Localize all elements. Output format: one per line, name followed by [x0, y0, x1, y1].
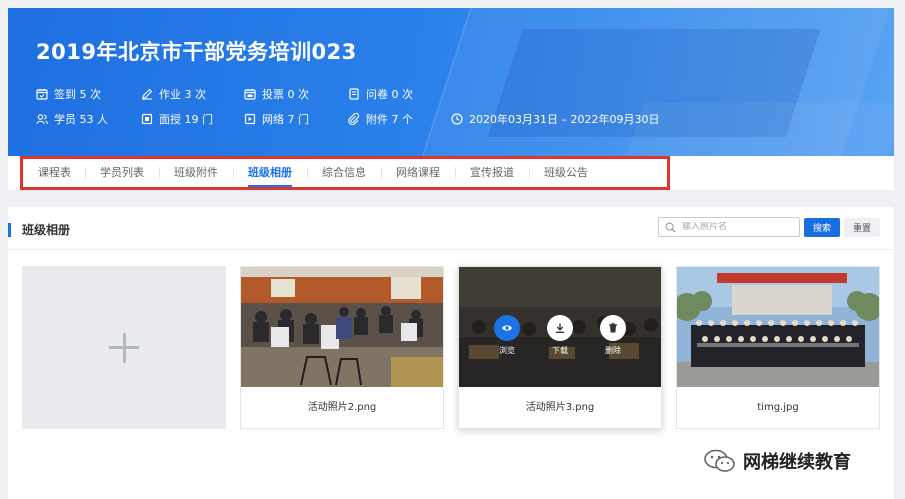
section-accent-bar — [8, 223, 11, 237]
photo-name: 活动照片2.png — [307, 402, 377, 413]
screen-icon — [244, 113, 256, 125]
reset-button[interactable]: 重置 — [844, 218, 880, 237]
photo-name: timg.jpg — [757, 402, 799, 413]
wechat-icon — [704, 449, 735, 472]
clock-icon — [451, 113, 463, 125]
add-photo-button[interactable] — [22, 266, 226, 429]
stat-homework: 作业 3 次 — [141, 86, 206, 102]
banner-decoration — [624, 103, 894, 156]
stat-period: 2020年03月31日 – 2022年09月30日 — [451, 111, 659, 127]
delete-button[interactable]: 删除 — [593, 315, 633, 356]
class-tabs: 课程表 学员列表 班级附件 班级相册 综合信息 网络课程 宣传报道 班级公告 — [8, 156, 894, 190]
stat-students: 学员 53 人 — [36, 111, 108, 127]
photo-search-input[interactable] — [682, 222, 792, 232]
paperclip-icon — [348, 113, 360, 125]
photo-thumbnail — [241, 267, 443, 387]
trash-icon — [609, 323, 617, 333]
watermark: 网梯继续教育 — [703, 446, 851, 476]
users-icon — [36, 114, 48, 125]
calendar-check-icon — [36, 89, 48, 100]
photo-card[interactable]: timg.jpg — [676, 266, 880, 429]
stat-signin: 签到 5 次 — [36, 86, 101, 102]
class-title: 2019年北京市干部党务培训023 — [36, 40, 357, 64]
search-button[interactable]: 搜索 — [804, 218, 840, 237]
tabs-highlight-box — [20, 156, 670, 190]
photo-card[interactable]: 浏览 下载 删除 活动照片3.png — [458, 266, 662, 429]
survey-icon — [349, 88, 359, 100]
calendar-icon — [244, 89, 256, 100]
eye-icon — [502, 325, 512, 331]
stat-attachments: 附件 7 个 — [348, 111, 413, 127]
download-button[interactable]: 下载 — [540, 315, 580, 356]
pen-icon — [142, 88, 153, 100]
plus-icon — [122, 332, 126, 363]
stat-vote: 投票 0 次 — [244, 86, 309, 102]
photo-card[interactable]: 活动照片2.png — [240, 266, 444, 429]
preview-button[interactable]: 浏览 — [487, 315, 527, 356]
photo-hover-overlay: 浏览 下载 删除 — [459, 267, 661, 387]
stat-online-courses: 网络 7 门 — [244, 111, 309, 127]
download-icon — [556, 323, 564, 334]
section-title: 班级相册 — [22, 223, 71, 237]
stat-offline-courses: 面授 19 门 — [141, 111, 213, 127]
search-icon — [665, 222, 676, 233]
divider — [8, 249, 894, 250]
photo-thumbnail — [677, 267, 879, 387]
stat-survey: 问卷 0 次 — [348, 86, 413, 102]
photo-search-box — [658, 217, 800, 237]
photo-name: 活动照片3.png — [525, 402, 595, 413]
class-banner: 2019年北京市干部党务培训023 签到 5 次 作业 3 次 投票 0 次 问… — [8, 8, 894, 156]
book-icon — [141, 113, 153, 125]
